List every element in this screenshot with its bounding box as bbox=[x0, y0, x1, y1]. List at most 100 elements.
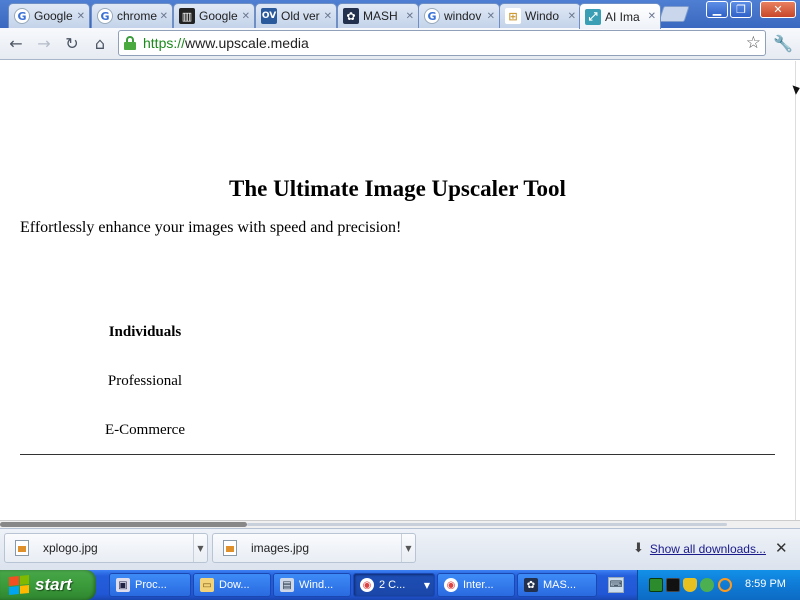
tab-title: Google bbox=[34, 9, 73, 23]
library-icon: ▥ bbox=[179, 8, 195, 24]
category-professional[interactable]: Professional bbox=[65, 373, 225, 390]
close-icon[interactable]: ✕ bbox=[775, 539, 788, 557]
folder-icon: ▭ bbox=[200, 578, 214, 592]
task-chrome-group[interactable]: ◉ 2 C... ▼ bbox=[353, 573, 435, 597]
forward-button[interactable]: → bbox=[33, 32, 55, 54]
chrome-icon: ◉ bbox=[360, 578, 374, 592]
download-shelf: xplogo.jpg ▼ images.jpg ▼ ⬇ Show all dow… bbox=[0, 528, 800, 570]
taskbar: start ▣ Proc... ▭ Dow... ▤ Wind... ◉ 2 C… bbox=[0, 570, 800, 600]
task-mash[interactable]: ✿ MAS... bbox=[517, 573, 597, 597]
chevron-down-icon[interactable]: ▼ bbox=[401, 534, 415, 562]
close-icon[interactable]: ✕ bbox=[158, 11, 168, 22]
minimize-button[interactable]: ▁ bbox=[706, 1, 728, 18]
tab-title: AI Ima bbox=[605, 9, 640, 24]
new-tab-button[interactable] bbox=[658, 6, 690, 22]
category-ecommerce[interactable]: E-Commerce bbox=[65, 422, 225, 439]
windows-icon: ⊞ bbox=[505, 8, 521, 24]
lock-icon bbox=[124, 36, 136, 50]
wrench-icon: 🔧 bbox=[773, 33, 793, 53]
download-item-images[interactable]: images.jpg ▼ bbox=[212, 533, 416, 563]
close-icon[interactable]: ✕ bbox=[404, 11, 414, 22]
back-button[interactable]: ← bbox=[5, 32, 27, 54]
mash-icon: ✿ bbox=[343, 8, 359, 24]
horizontal-scrollbar[interactable] bbox=[0, 520, 800, 528]
image-file-icon bbox=[15, 540, 29, 556]
terminal-icon[interactable] bbox=[666, 578, 680, 592]
chevron-down-icon[interactable]: ▼ bbox=[193, 534, 207, 562]
download-item-xplogo[interactable]: xplogo.jpg ▼ bbox=[4, 533, 208, 563]
wrench-menu-button[interactable]: 🔧 bbox=[772, 32, 794, 54]
process-explorer-icon: ▣ bbox=[116, 578, 130, 592]
tab-oldversion[interactable]: OV Old ver ✕ bbox=[255, 3, 337, 28]
update-icon[interactable] bbox=[700, 578, 714, 592]
start-label: start bbox=[35, 575, 72, 594]
network-icon[interactable] bbox=[649, 578, 663, 592]
download-filename: xplogo.jpg bbox=[43, 541, 98, 555]
close-icon[interactable]: ✕ bbox=[646, 11, 656, 22]
task-downloads[interactable]: ▭ Dow... bbox=[193, 573, 271, 597]
url-host: www.upscale.media bbox=[185, 35, 309, 51]
page-heading: The Ultimate Image Upscaler Tool bbox=[229, 176, 566, 201]
url-scheme: https:// bbox=[143, 35, 186, 51]
keyboard-layout-icon[interactable]: ⌨ bbox=[608, 577, 624, 593]
google-icon: G bbox=[97, 8, 113, 24]
vertical-scrollbar[interactable] bbox=[795, 61, 800, 523]
show-all-downloads: ⬇ Show all downloads... bbox=[633, 541, 766, 556]
google-icon: G bbox=[424, 8, 440, 24]
address-bar[interactable]: https://www.upscale.media ☆ bbox=[118, 30, 766, 56]
search-icon[interactable] bbox=[718, 578, 732, 592]
tab-google-library[interactable]: ▥ Google ✕ bbox=[173, 3, 255, 28]
close-icon[interactable]: ✕ bbox=[322, 11, 332, 22]
task-proc[interactable]: ▣ Proc... bbox=[109, 573, 191, 597]
horizontal-rule bbox=[20, 454, 775, 455]
tab-chrome[interactable]: G chrome ✕ bbox=[91, 3, 173, 28]
oldversion-icon: OV bbox=[261, 8, 277, 24]
upscale-icon: ⤢ bbox=[585, 8, 601, 25]
tab-windows-search[interactable]: G windov ✕ bbox=[418, 3, 500, 28]
home-button[interactable]: ⌂ bbox=[89, 32, 111, 54]
tab-strip: G Google ✕ G chrome ✕ ▥ Google ✕ OV Old … bbox=[0, 0, 800, 29]
task-internet[interactable]: ◉ Inter... bbox=[437, 573, 515, 597]
browser-toolbar: ← → ↻ ⌂ https://www.upscale.media ☆ 🔧 bbox=[0, 28, 800, 60]
tab-title: Old ver bbox=[281, 9, 320, 23]
tab-title: MASH bbox=[363, 9, 398, 23]
close-icon[interactable]: ✕ bbox=[75, 11, 85, 22]
tab-title: Windo bbox=[525, 9, 560, 23]
task-label: Inter... bbox=[463, 579, 494, 591]
reload-icon: ↻ bbox=[65, 33, 79, 53]
window-close-button[interactable]: ✕ bbox=[760, 1, 796, 18]
tab-title: Google bbox=[199, 9, 238, 23]
task-label: Proc... bbox=[135, 579, 167, 591]
page-tagline: Effortlessly enhance your images with sp… bbox=[20, 219, 402, 236]
chevron-down-icon: ▼ bbox=[423, 580, 430, 590]
windows-flag-icon bbox=[9, 574, 29, 596]
chrome-icon: ◉ bbox=[444, 578, 458, 592]
tab-title: windov bbox=[444, 9, 482, 23]
horizontal-scrollbar-thumb[interactable] bbox=[0, 522, 247, 527]
restore-button[interactable]: ❐ bbox=[730, 1, 752, 18]
forward-arrow-icon: → bbox=[37, 33, 51, 53]
shield-icon[interactable] bbox=[683, 578, 697, 592]
tab-google-1[interactable]: G Google ✕ bbox=[8, 3, 90, 28]
close-icon[interactable]: ✕ bbox=[485, 11, 495, 22]
category-individuals[interactable]: Individuals bbox=[65, 324, 225, 341]
reload-button[interactable]: ↻ bbox=[61, 32, 83, 54]
task-label: MAS... bbox=[543, 579, 577, 591]
url-text[interactable]: https://www.upscale.media bbox=[143, 35, 309, 51]
bookmark-star-icon[interactable]: ☆ bbox=[746, 33, 761, 53]
show-all-downloads-link[interactable]: Show all downloads... bbox=[650, 542, 766, 556]
page-viewport: The Ultimate Image Upscaler Tool Effortl… bbox=[0, 61, 795, 523]
start-button[interactable]: start bbox=[0, 570, 96, 600]
task-windows[interactable]: ▤ Wind... bbox=[273, 573, 351, 597]
horizontal-scrollbar-track[interactable] bbox=[247, 523, 727, 526]
back-arrow-icon: ← bbox=[9, 33, 23, 53]
download-arrow-icon: ⬇ bbox=[633, 541, 644, 556]
tab-windows[interactable]: ⊞ Windo ✕ bbox=[499, 3, 581, 28]
tab-ai-image[interactable]: ⤢ AI Ima ✕ bbox=[579, 3, 661, 29]
clock[interactable]: 8:59 PM bbox=[745, 578, 786, 590]
close-icon[interactable]: ✕ bbox=[566, 11, 576, 22]
image-file-icon bbox=[223, 540, 237, 556]
close-icon[interactable]: ✕ bbox=[240, 11, 250, 22]
tab-mash[interactable]: ✿ MASH ✕ bbox=[337, 3, 419, 28]
tab-title: chrome bbox=[117, 9, 158, 23]
